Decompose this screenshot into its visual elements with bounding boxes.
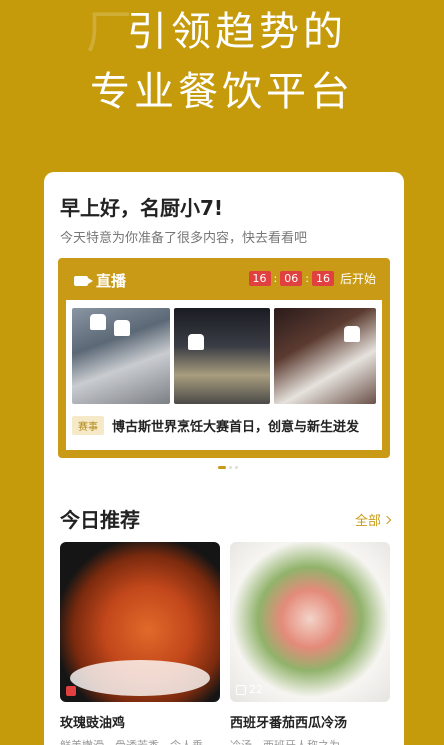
carousel-indicator (218, 466, 238, 469)
like-badge (66, 686, 79, 696)
live-label: 直播 (96, 272, 127, 290)
live-photo-2[interactable] (174, 308, 270, 404)
countdown-hours: 16 (248, 271, 271, 286)
live-photo-1[interactable] (72, 308, 170, 404)
like-badge: 22 (236, 683, 263, 696)
thumbs-up-icon (236, 684, 246, 695)
view-all-link[interactable]: 全部 (354, 510, 392, 529)
chef-hat-shape (188, 334, 204, 350)
greeting-subtitle: 今天特意为你准备了很多内容，快去看看吧 (60, 231, 308, 246)
dish-image[interactable] (60, 542, 220, 702)
countdown-suffix: 后开始 (339, 272, 376, 286)
content-card: 早上好，名厨小7! 今天特意为你准备了很多内容，快去看看吧 直播 16 : 06… (44, 172, 404, 745)
live-photo-3[interactable] (274, 308, 376, 404)
hero-banner: 引领趋势的 专业餐饮平台 (0, 4, 444, 120)
greeting-title: 早上好，名厨小7! (60, 196, 224, 220)
recommend-item-2[interactable]: 22 西班牙番茄西瓜冷汤 冷汤，西班牙人称之为 (230, 542, 390, 745)
dish-name: 玫瑰豉油鸡 (60, 716, 126, 731)
chef-hat-shape (344, 326, 360, 342)
countdown-minutes: 06 (280, 271, 303, 286)
chef-hat-shape (90, 314, 106, 330)
news-title: 博古斯世界烹饪大赛首日，创意与新生迸发 (112, 420, 360, 435)
dish-image[interactable]: 22 (230, 542, 390, 702)
recommend-title: 今日推荐 (60, 508, 140, 532)
plate-shape (70, 660, 210, 696)
hero-title-line1: 引领趋势的 (127, 9, 347, 55)
view-all-label: 全部 (354, 514, 381, 529)
video-camera-icon (74, 275, 93, 286)
live-stream-panel[interactable]: 直播 16 : 06 : 16 后开始 赛事 博古斯世界烹饪大赛首日，创意与新生… (58, 258, 390, 458)
dish-description: 冷汤，西班牙人称之为 (230, 737, 390, 745)
news-row[interactable]: 赛事 博古斯世界烹饪大赛首日，创意与新生迸发 (72, 416, 359, 435)
news-tag: 赛事 (72, 416, 104, 435)
like-count: 22 (249, 683, 263, 696)
recommend-item-1[interactable]: 玫瑰豉油鸡 鲜美嫩滑，骨透芳香，令人垂 (60, 542, 220, 745)
chef-hat-shape (114, 320, 130, 336)
live-header: 直播 (74, 270, 126, 291)
countdown-timer: 16 : 06 : 16 后开始 (248, 270, 376, 287)
chevron-right-icon (382, 515, 392, 524)
dish-name: 西班牙番茄西瓜冷汤 (230, 716, 348, 731)
thumbs-up-icon (66, 686, 76, 696)
carousel-dot (235, 466, 238, 469)
carousel-dot-active (218, 466, 226, 469)
hero-title-line2: 专业餐饮平台 (90, 69, 354, 115)
countdown-seconds: 16 (311, 271, 334, 286)
live-content[interactable]: 赛事 博古斯世界烹饪大赛首日，创意与新生迸发 (66, 300, 382, 450)
carousel-dot (229, 466, 232, 469)
dish-description: 鲜美嫩滑，骨透芳香，令人垂 (60, 737, 220, 745)
